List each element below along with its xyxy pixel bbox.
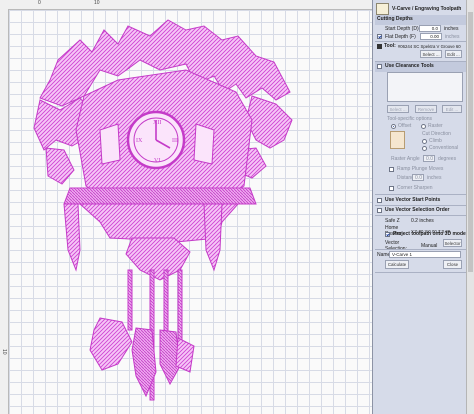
- tool-row: Tool: #06244 SC Spektra V Groove 60: [377, 43, 461, 49]
- flat-depth-checkbox[interactable]: [377, 34, 382, 39]
- safe-z-label: Safe Z: [385, 218, 400, 224]
- cut-direction-label: Cut Direction: [422, 131, 451, 137]
- panel-header: V-Carve / Engraving Toolpath: [376, 2, 464, 15]
- offset-pattern-icon: [390, 131, 405, 149]
- project-row: Project toolpath onto 3D model: [385, 231, 467, 237]
- safe-z-row: Safe Z 0.2 inches: [385, 218, 434, 224]
- raster-angle-units: degrees: [438, 155, 457, 162]
- flat-depth-input[interactable]: 0.00: [420, 33, 442, 40]
- name-row: Name: V-Carve 1: [377, 251, 461, 258]
- ramp-row: Ramp Plunge Moves: [389, 166, 443, 172]
- tool-label: Tool:: [384, 43, 396, 49]
- tool-name: #06244 SC Spektra V Groove 60: [397, 43, 461, 49]
- raster-angle-row: Raster Angle 0.0 degrees: [391, 155, 456, 162]
- divider: [375, 249, 466, 250]
- raster-radio[interactable]: [421, 123, 426, 129]
- divider: [375, 215, 466, 216]
- raster-label: Raster: [428, 123, 443, 129]
- raster-angle-input[interactable]: 0.0: [423, 155, 435, 162]
- start-depth-label: Start Depth (D): [385, 25, 419, 32]
- svg-text:IX: IX: [136, 138, 143, 144]
- divider: [375, 205, 466, 206]
- ramp-checkbox[interactable]: [389, 166, 394, 172]
- project-3d-checkbox[interactable]: [385, 231, 390, 237]
- vector-start-points-checkbox[interactable]: [377, 197, 382, 203]
- vector-start-points-label: Use Vector Start Points: [385, 197, 441, 203]
- project-3d-label: Project toolpath onto 3D model: [393, 231, 468, 237]
- panel-scrollbar[interactable]: [466, 0, 474, 414]
- clearance-label: Use Clearance Tools: [385, 63, 434, 69]
- divider: [375, 41, 466, 42]
- clearance-checkbox[interactable]: [377, 63, 382, 69]
- start-depth-row: Start Depth (D) 0.0 inches: [385, 25, 458, 32]
- clearance-row: Use Clearance Tools: [377, 63, 434, 69]
- divider: [375, 194, 466, 195]
- toolpath-panel: V-Carve / Engraving Toolpath Cutting Dep…: [372, 0, 474, 414]
- close-button[interactable]: Close: [443, 260, 462, 269]
- offset-label: Offset: [398, 123, 412, 129]
- climb-label: Climb: [429, 138, 442, 144]
- scrollbar-thumb[interactable]: [468, 12, 473, 272]
- clearance-remove-button[interactable]: Remove: [415, 105, 437, 113]
- clearance-tool-list[interactable]: [387, 72, 463, 102]
- cutting-depths-heading: Cutting Depths: [377, 16, 413, 22]
- vector-selection-order-checkbox[interactable]: [377, 207, 382, 213]
- conventional-label: Conventional: [429, 145, 459, 151]
- cuckoo-clock-vector-art[interactable]: XII III VI IX: [0, 0, 372, 414]
- safe-z-value: 0.2 inches: [411, 218, 434, 224]
- corner-sharpen-checkbox[interactable]: [389, 185, 394, 191]
- vector-selection-order-row: Use Vector Selection Order: [377, 207, 449, 213]
- corner-row: Corner Sharpen: [389, 185, 433, 191]
- svg-text:III: III: [172, 138, 178, 144]
- flat-depth-row: Flat Depth (F) 0.00 inches: [377, 33, 459, 40]
- climb-option: Climb: [422, 138, 442, 144]
- distance-row: Distance 0.0 inches: [397, 174, 441, 181]
- distance-label: Distance: [397, 174, 417, 181]
- tool-icon: [377, 43, 382, 49]
- start-depth-units: inches: [444, 25, 459, 32]
- raster-option: Raster: [421, 123, 443, 129]
- raster-angle-label: Raster Angle: [391, 155, 420, 162]
- clearance-select-button[interactable]: Select ...: [387, 105, 409, 113]
- conventional-option: Conventional: [422, 145, 458, 151]
- divider: [375, 272, 466, 273]
- vector-start-points-row: Use Vector Start Points: [377, 197, 440, 203]
- ramp-label: Ramp Plunge Moves: [397, 166, 444, 172]
- conventional-radio[interactable]: [422, 145, 427, 151]
- name-label: Name:: [377, 251, 392, 258]
- start-depth-input[interactable]: 0.0: [419, 25, 441, 32]
- selector-button[interactable]: Selector ...: [443, 239, 462, 253]
- vcarve-icon: [376, 2, 389, 15]
- distance-input[interactable]: 0.0: [412, 174, 424, 181]
- offset-option: Offset: [391, 123, 411, 129]
- climb-radio[interactable]: [422, 138, 427, 144]
- corner-sharpen-label: Corner Sharpen: [397, 185, 433, 191]
- calculate-button[interactable]: Calculate: [385, 260, 409, 269]
- svg-text:VI: VI: [154, 158, 160, 164]
- toolpath-name-input[interactable]: V-Carve 1: [389, 251, 461, 258]
- tool-edit-button[interactable]: Edit ...: [445, 50, 462, 58]
- panel-title: V-Carve / Engraving Toolpath: [392, 5, 462, 12]
- offset-radio[interactable]: [391, 123, 396, 129]
- distance-units: inches: [427, 174, 442, 181]
- tool-specific-options-label: Tool-specific options: [387, 116, 433, 122]
- svg-text:XII: XII: [153, 120, 161, 126]
- design-canvas[interactable]: 0 10 10 XII III VI IX: [0, 0, 372, 414]
- flat-depth-label: Flat Depth (F): [385, 33, 416, 40]
- vector-selection-order-label: Use Vector Selection Order: [385, 207, 450, 213]
- clearance-edit-button[interactable]: Edit ...: [442, 105, 462, 113]
- flat-depth-units: inches: [445, 33, 460, 40]
- tool-select-button[interactable]: Select ...: [420, 50, 442, 58]
